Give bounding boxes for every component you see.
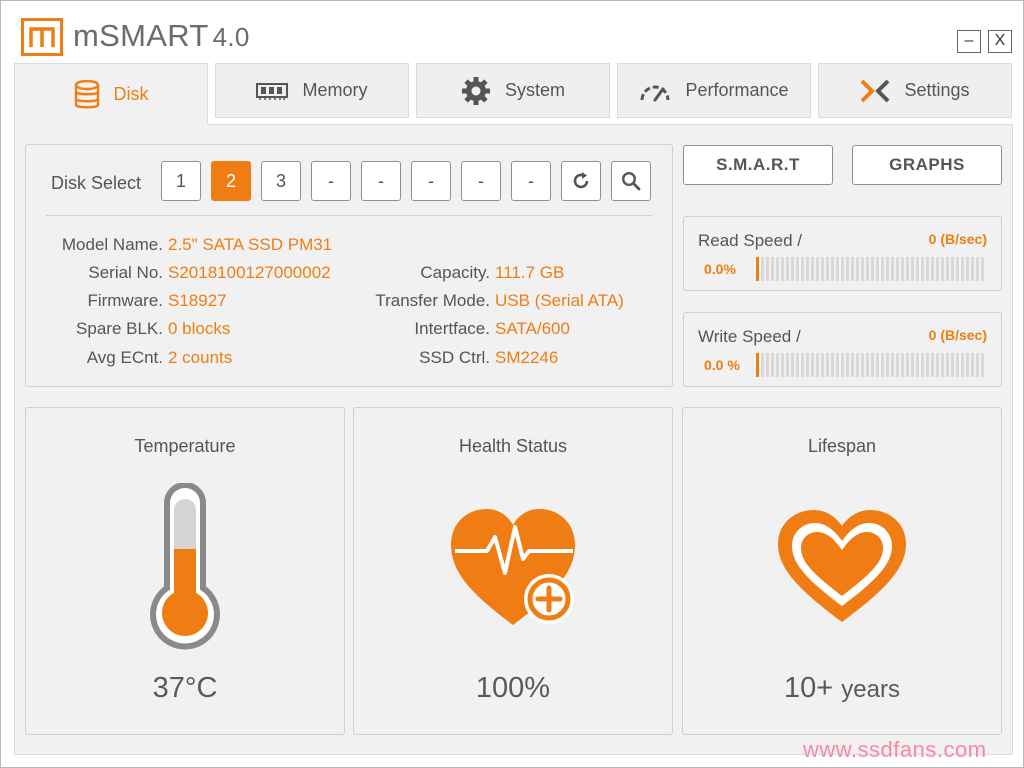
capacity-label: Capacity. xyxy=(420,263,490,282)
close-button[interactable]: X xyxy=(988,30,1012,53)
write-speed-panel: Write Speed / 0 (B/sec) 0.0 % xyxy=(683,312,1002,387)
spare-blk-label: Spare BLK. xyxy=(76,319,163,338)
read-speed-fill xyxy=(756,257,759,281)
temperature-card: Temperature 37°C xyxy=(25,407,345,735)
watermark: www.ssdfans.com xyxy=(803,737,987,762)
write-speed-fill xyxy=(756,353,759,377)
read-speed-bar xyxy=(756,257,986,281)
tab-performance-label: Performance xyxy=(685,80,789,100)
heart-pulse-plus-icon xyxy=(354,478,672,658)
app-window: mSMART 4.0 – X Disk Memory System Perfor… xyxy=(0,0,1024,768)
memory-chip-icon xyxy=(256,82,289,100)
ssd-ctrl-value: SM2246 xyxy=(495,348,559,367)
lifespan-unit: years xyxy=(841,676,900,703)
refresh-button[interactable] xyxy=(561,161,601,201)
logo-m-icon xyxy=(29,27,55,47)
lifespan-card: Lifespan 10+ years xyxy=(682,407,1002,735)
tab-settings-label: Settings xyxy=(904,80,970,100)
write-speed-value: 0 (B/sec) xyxy=(928,327,987,343)
app-version: 4.0 xyxy=(212,22,250,52)
disk-button-7[interactable]: - xyxy=(461,161,501,201)
temperature-value: 37°C xyxy=(152,672,218,704)
divider xyxy=(46,215,652,216)
disk-button-6[interactable]: - xyxy=(411,161,451,201)
tab-disk-label: Disk xyxy=(113,84,149,104)
write-speed-percent: 0.0 % xyxy=(704,357,740,373)
capacity-value: 111.7 GB xyxy=(495,263,565,282)
read-speed-title: Read Speed / xyxy=(698,231,802,250)
health-status-value: 100% xyxy=(475,672,551,704)
disk-button-5[interactable]: - xyxy=(361,161,401,201)
avg-ecnt-label: Avg ECnt. xyxy=(86,348,163,367)
tab-settings[interactable]: Settings xyxy=(818,63,1012,118)
tab-memory-label: Memory xyxy=(302,80,368,100)
speedometer-icon xyxy=(639,80,671,102)
heart-icon xyxy=(683,478,1001,658)
firmware-value: S18927 xyxy=(168,291,227,310)
transfer-mode-value: USB (Serial ATA) xyxy=(495,291,624,310)
read-speed-value: 0 (B/sec) xyxy=(928,231,987,247)
model-name-label: Model Name. xyxy=(61,235,163,254)
disk-select-label: Disk Select xyxy=(51,173,142,193)
tab-memory[interactable]: Memory xyxy=(215,63,409,118)
minimize-button[interactable]: – xyxy=(957,30,981,53)
health-status-title: Health Status xyxy=(458,436,568,456)
read-speed-percent: 0.0% xyxy=(704,261,736,277)
disk-button-4[interactable]: - xyxy=(311,161,351,201)
search-icon xyxy=(621,171,641,191)
spare-blk-value: 0 blocks xyxy=(168,319,231,338)
transfer-mode-label: Transfer Mode. xyxy=(375,291,490,310)
interface-value: SATA/600 xyxy=(495,319,570,338)
tab-performance[interactable]: Performance xyxy=(617,63,811,118)
app-name: mSMART xyxy=(73,18,209,53)
lifespan-number: 10+ xyxy=(784,672,834,704)
avg-ecnt-value: 2 counts xyxy=(168,348,233,367)
write-speed-title: Write Speed / xyxy=(698,327,801,346)
disk-button-1[interactable]: 1 xyxy=(161,161,201,201)
health-status-card: Health Status 100% xyxy=(353,407,673,735)
tab-system-label: System xyxy=(504,80,565,100)
read-speed-panel: Read Speed / 0 (B/sec) 0.0% xyxy=(683,216,1002,291)
disk-button-2[interactable]: 2 xyxy=(211,161,251,201)
app-title: mSMART 4.0 xyxy=(73,18,250,54)
search-button[interactable] xyxy=(611,161,651,201)
interface-label: Intertface. xyxy=(414,319,490,338)
gear-icon xyxy=(461,76,491,106)
lifespan-title: Lifespan xyxy=(807,436,877,456)
disk-button-3[interactable]: 3 xyxy=(261,161,301,201)
settings-x-icon xyxy=(860,79,890,103)
smart-button[interactable]: S.M.A.R.T xyxy=(683,145,833,185)
app-logo xyxy=(21,18,63,56)
model-name-value: 2.5" SATA SSD PM31 xyxy=(168,235,333,254)
thermometer-icon xyxy=(26,478,344,658)
serial-no-value: S2018100127000002 xyxy=(168,263,331,282)
tab-system[interactable]: System xyxy=(416,63,610,118)
serial-no-label: Serial No. xyxy=(88,263,163,282)
firmware-label: Firmware. xyxy=(87,291,163,310)
write-speed-bar xyxy=(756,353,986,377)
lifespan-value: 10+ years xyxy=(683,672,1001,705)
disk-button-8[interactable]: - xyxy=(511,161,551,201)
tab-disk[interactable]: Disk xyxy=(14,63,208,125)
graphs-button[interactable]: GRAPHS xyxy=(852,145,1002,185)
database-icon xyxy=(74,79,100,110)
refresh-icon xyxy=(573,172,589,189)
ssd-ctrl-label: SSD Ctrl. xyxy=(419,348,490,367)
temperature-title: Temperature xyxy=(134,436,236,456)
